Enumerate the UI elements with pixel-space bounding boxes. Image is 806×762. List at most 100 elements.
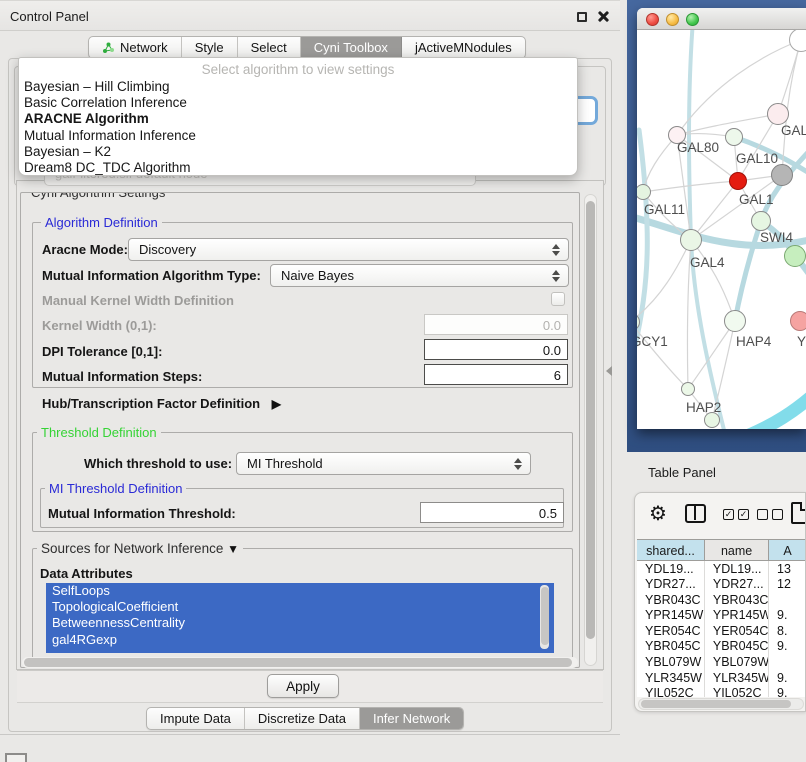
table-panel-window: ⚙ ✓ ✓ shared...nameA YDL19...YDL19...13Y… xyxy=(634,492,806,712)
table-panel-title: Table Panel xyxy=(648,465,716,480)
column-header-name[interactable]: name xyxy=(705,540,769,560)
table-cell: YER054C xyxy=(637,623,705,639)
table-cell xyxy=(769,592,806,608)
table-row[interactable]: YBL079WYBL079W xyxy=(637,655,806,671)
attribute-item-betweennesscentrality[interactable]: BetweennessCentrality xyxy=(46,615,554,631)
hub-definition-label: Hub/Transcription Factor Definition xyxy=(42,396,260,411)
attribute-item-selfloops[interactable]: SelfLoops xyxy=(46,583,554,599)
tab-discretize-data[interactable]: Discretize Data xyxy=(245,708,360,729)
tab-cyni-toolbox[interactable]: Cyni Toolbox xyxy=(301,37,402,58)
mi-threshold-label: Mutual Information Threshold: xyxy=(48,506,236,521)
mi-steps-label: Mutual Information Steps: xyxy=(42,369,202,384)
which-threshold-label: Which threshold to use: xyxy=(84,456,232,471)
page-icon[interactable] xyxy=(791,502,806,524)
manual-kernel-checkbox[interactable] xyxy=(551,292,565,306)
node-label-gal4: GAL4 xyxy=(690,255,725,270)
network-canvas[interactable]: GALGAL80GAL10GAL1SWI4GAL11GAL4GCY1HAP4YH… xyxy=(637,30,806,429)
attribute-item-topologicalcoefficient[interactable]: TopologicalCoefficient xyxy=(46,599,554,615)
mi-threshold-field[interactable]: 0.5 xyxy=(420,502,564,523)
table-toolbar: ⚙ ✓ ✓ xyxy=(635,493,805,537)
network-edge[interactable] xyxy=(742,388,806,429)
cyni-mode-tabbar: Impute DataDiscretize DataInfer Network xyxy=(146,707,464,730)
network-window-titlebar[interactable] xyxy=(637,8,806,30)
table-cell: 9. xyxy=(769,686,806,697)
mi-steps-field[interactable]: 6 xyxy=(424,364,568,385)
tab-impute-data[interactable]: Impute Data xyxy=(147,708,245,729)
node-swi4[interactable] xyxy=(751,211,771,231)
table-row[interactable]: YLR345WYLR345W9. xyxy=(637,670,806,686)
table-cell: YBR045C xyxy=(637,639,705,655)
split-pane-handle-icon[interactable] xyxy=(606,366,612,376)
node-gal10[interactable] xyxy=(725,128,743,146)
apply-button[interactable]: Apply xyxy=(267,674,339,698)
node-gray[interactable] xyxy=(771,164,793,186)
kernel-width-field[interactable]: 0.0 xyxy=(424,314,568,335)
node-gal1-red[interactable] xyxy=(729,172,747,190)
float-window-icon[interactable] xyxy=(577,12,587,22)
unchecked-box-icon xyxy=(772,509,783,520)
table-row[interactable]: YPR145WYPR145W9. xyxy=(637,608,806,624)
tab-select[interactable]: Select xyxy=(238,37,301,58)
kernel-width-label: Kernel Width (0,1): xyxy=(42,318,157,333)
node-gal-partial[interactable] xyxy=(767,103,789,125)
select-none-icon[interactable] xyxy=(757,509,783,520)
mi-algorithm-type-combo[interactable]: Naive Bayes xyxy=(270,264,569,287)
table-row[interactable]: YER054CYER054C8. xyxy=(637,623,806,639)
aracne-mode-combo[interactable]: Discovery xyxy=(128,238,569,261)
node-salmon[interactable] xyxy=(790,311,806,331)
algorithm-dropdown-items: Bayesian – Hill ClimbingBasic Correlatio… xyxy=(19,79,577,176)
algorithm-option-bayesian-k2[interactable]: Bayesian – K2 xyxy=(19,144,577,160)
minimized-panel-fragment[interactable] xyxy=(5,753,27,762)
table-cell: YDR27... xyxy=(705,577,769,593)
settings-gear-icon[interactable]: ⚙ xyxy=(649,501,667,526)
node-hap4[interactable] xyxy=(724,310,746,332)
table-body: YDL19...YDL19...13YDR27...YDR27...12YBR0… xyxy=(637,561,806,697)
algorithm-option-bayesian-hill-climbing[interactable]: Bayesian – Hill Climbing xyxy=(19,79,577,95)
tab-cyni-toolbox-label: Cyni Toolbox xyxy=(314,40,388,55)
algorithm-option-basic-correlation-inference[interactable]: Basic Correlation Inference xyxy=(19,95,577,111)
split-pane-icon[interactable] xyxy=(685,504,706,523)
algorithm-option-dream8-dc-tdc-algorithm[interactable]: Dream8 DC_TDC Algorithm xyxy=(19,160,577,176)
table-horizontal-scrollbar[interactable] xyxy=(638,698,804,710)
table-row[interactable]: YIL052CYIL052C9. xyxy=(637,686,806,697)
node-label-gal11: GAL11 xyxy=(644,202,685,217)
zoom-traffic-light-icon[interactable] xyxy=(686,13,699,26)
table-cell xyxy=(769,655,806,671)
dpi-tolerance-field[interactable]: 0.0 xyxy=(424,339,568,360)
attribute-item-gal4rgexp[interactable]: gal4RGexp xyxy=(46,632,554,648)
algorithm-option-aracne-algorithm[interactable]: ARACNE Algorithm xyxy=(19,111,577,127)
table-row[interactable]: YBR043CYBR043C xyxy=(637,592,806,608)
tab-network[interactable]: Network xyxy=(89,37,182,58)
tab-infer-network[interactable]: Infer Network xyxy=(360,708,463,729)
column-header-shared[interactable]: shared... xyxy=(637,540,705,560)
settings-vertical-scrollbar[interactable] xyxy=(584,194,597,666)
settings-horizontal-scrollbar[interactable] xyxy=(22,657,578,668)
select-all-icon[interactable]: ✓ ✓ xyxy=(723,509,749,520)
network-edge[interactable] xyxy=(643,135,677,192)
tab-style[interactable]: Style xyxy=(182,37,238,58)
close-traffic-light-icon[interactable] xyxy=(646,13,659,26)
attributes-scrollbar-thumb[interactable] xyxy=(541,587,549,645)
table-row[interactable]: YBR045CYBR045C9. xyxy=(637,639,806,655)
which-threshold-combo[interactable]: MI Threshold xyxy=(236,452,531,475)
attributes-scrollbar[interactable] xyxy=(540,585,549,649)
table-row[interactable]: YDL19...YDL19...13 xyxy=(637,561,806,577)
column-header-a[interactable]: A xyxy=(769,540,806,560)
sources-toggle[interactable]: Sources for Network Inference ▼ xyxy=(37,541,243,556)
settings-horizontal-scrollbar-thumb[interactable] xyxy=(24,658,572,667)
algorithm-option-mutual-information-inference[interactable]: Mutual Information Inference xyxy=(19,128,577,144)
cyni-algorithm-settings-title: Cyni Algorithm Settings xyxy=(27,192,169,200)
minimize-traffic-light-icon[interactable] xyxy=(666,13,679,26)
table-horizontal-scrollbar-thumb[interactable] xyxy=(641,700,791,708)
hub-definition-toggle[interactable]: Hub/Transcription Factor Definition ▶ xyxy=(42,396,281,411)
close-icon[interactable] xyxy=(597,11,608,22)
node-gal4[interactable] xyxy=(680,229,702,251)
table-row[interactable]: YDR27...YDR27...12 xyxy=(637,577,806,593)
network-view-window[interactable]: GALGAL80GAL10GAL1SWI4GAL11GAL4GCY1HAP4YH… xyxy=(637,8,806,429)
threshold-definition-title: Threshold Definition xyxy=(37,425,161,440)
network-edge[interactable] xyxy=(637,322,688,389)
node-right-green[interactable] xyxy=(784,245,806,267)
tab-jactivemnodules[interactable]: jActiveMNodules xyxy=(402,37,525,58)
settings-vertical-scrollbar-thumb[interactable] xyxy=(586,201,595,639)
node-hap2[interactable] xyxy=(681,382,695,396)
